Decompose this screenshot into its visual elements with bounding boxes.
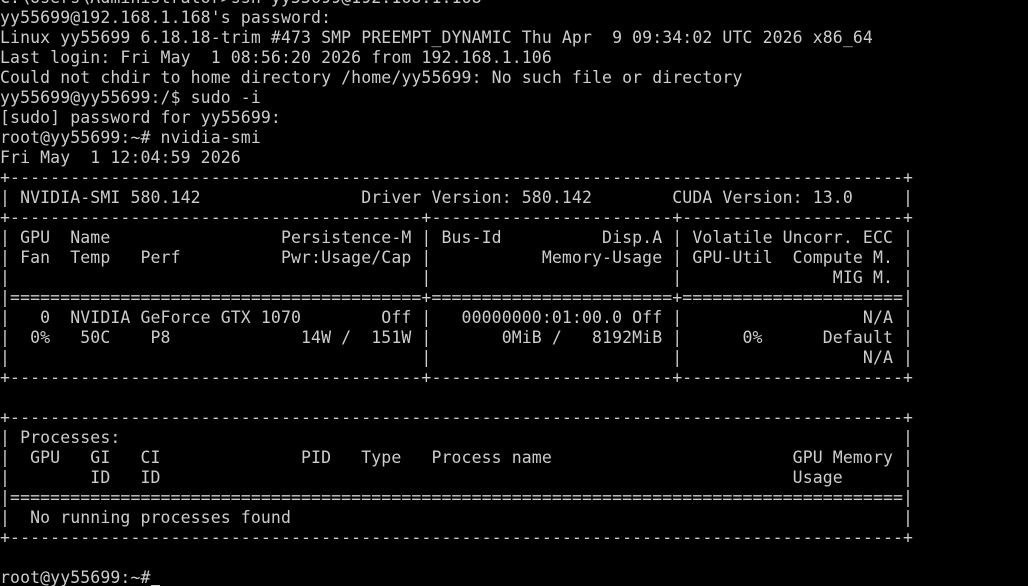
terminal-line: +---------------------------------------… [0, 528, 914, 547]
terminal-line: [sudo] password for yy55699: [0, 108, 281, 127]
terminal-line: +---------------------------------------… [0, 208, 914, 227]
terminal-line: | GPU Name Persistence-M | Bus-Id Disp.A… [0, 228, 914, 247]
terminal-line: |=======================================… [0, 488, 914, 507]
terminal-output: C:\Users\Administrator>ssh yy55699@192.1… [0, 0, 913, 586]
terminal-line: yy55699@192.168.1.168's password: [0, 8, 332, 27]
terminal-line: +---------------------------------------… [0, 368, 914, 387]
terminal-line: | Fan Temp Perf Pwr:Usage/Cap | Memory-U… [0, 248, 914, 267]
terminal-line: yy55699@yy55699:/$ sudo -i [0, 88, 261, 107]
terminal-line: Fri May 1 12:04:59 2026 [0, 148, 241, 167]
terminal-line: | NVIDIA-SMI 580.142 Driver Version: 580… [0, 188, 914, 207]
terminal-prompt-line[interactable]: root@yy55699:~# [0, 568, 913, 586]
terminal-line: Linux yy55699 6.18.18-trim #473 SMP PREE… [0, 28, 873, 47]
terminal-line: |=======================================… [0, 288, 914, 307]
terminal-line: | No running processes found | [0, 508, 914, 527]
terminal-line: | 0 NVIDIA GeForce GTX 1070 Off | 000000… [0, 308, 914, 327]
terminal-line: | | | MIG M. | [0, 268, 914, 287]
terminal-line: Could not chdir to home directory /home/… [0, 68, 743, 87]
terminal-window[interactable]: C:\Users\Administrator>ssh yy55699@192.1… [0, 0, 1028, 586]
terminal-line: | | | N/A | [0, 348, 914, 367]
terminal-line: | Processes: | [0, 428, 914, 447]
terminal-line: +---------------------------------------… [0, 408, 914, 427]
terminal-line: | ID ID Usage | [0, 468, 914, 487]
terminal-line: Last login: Fri May 1 08:56:20 2026 from… [0, 48, 552, 67]
terminal-line: C:\Users\Administrator>ssh yy55699@192.1… [0, 0, 913, 8]
terminal-line: +---------------------------------------… [0, 168, 914, 187]
terminal-line: root@yy55699:~# nvidia-smi [0, 128, 261, 147]
shell-prompt: root@yy55699:~# [0, 568, 151, 586]
terminal-line: | GPU GI CI PID Type Process name GPU Me… [0, 448, 914, 467]
terminal-line: | 0% 50C P8 14W / 151W | 0MiB / 8192MiB … [0, 328, 914, 347]
